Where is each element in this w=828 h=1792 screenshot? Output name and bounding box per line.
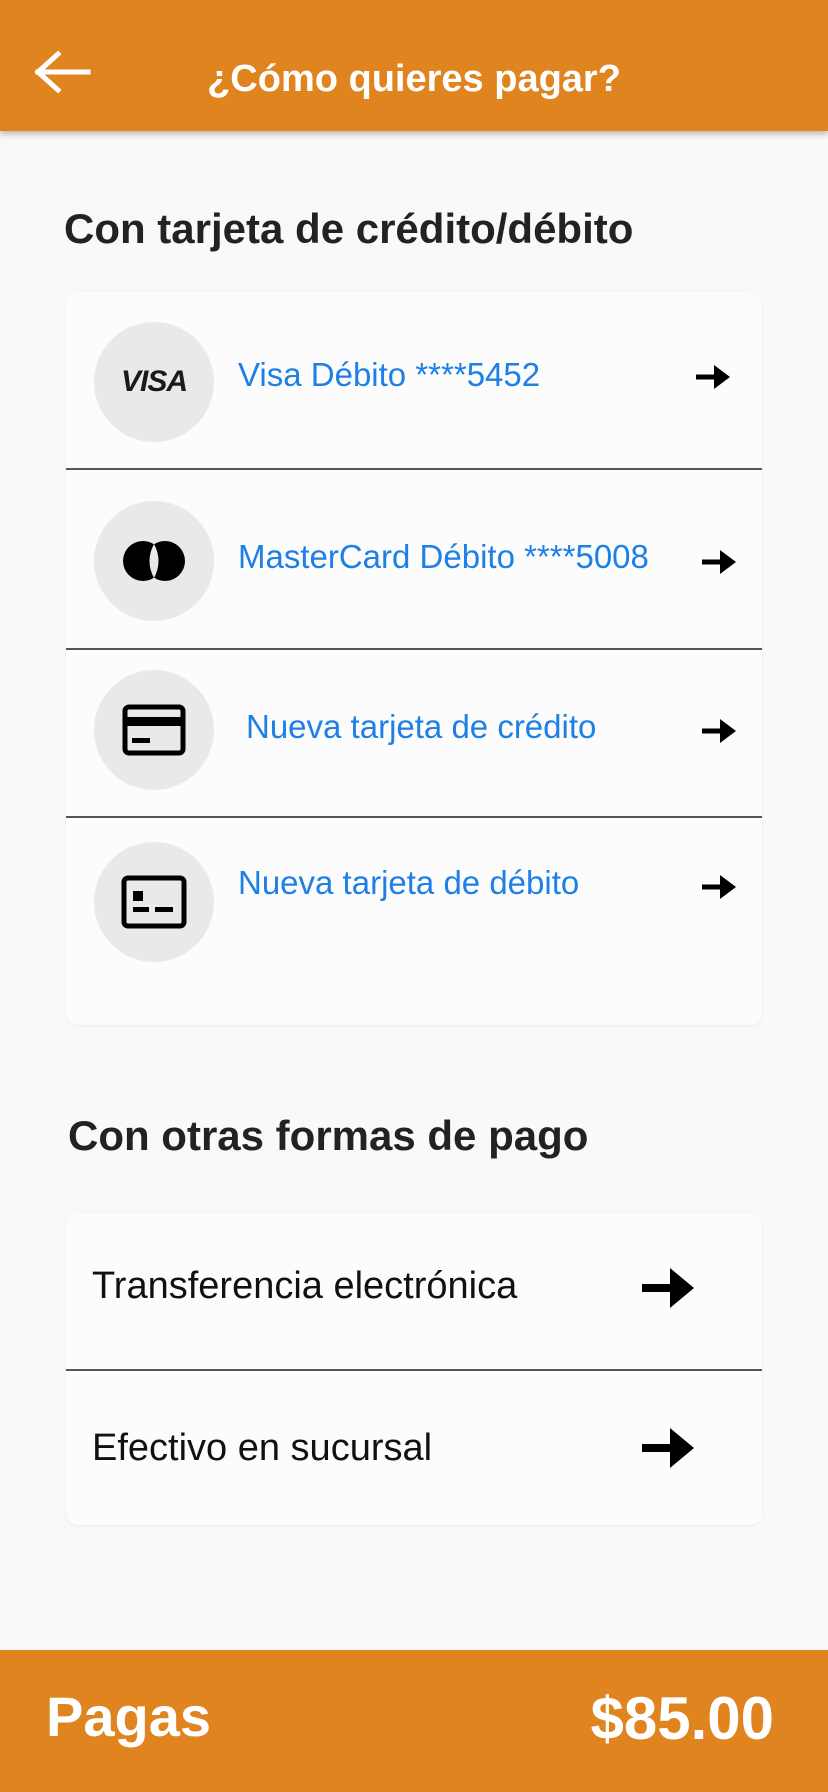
id-card-icon: [121, 875, 187, 929]
total-label: Pagas: [46, 1685, 211, 1748]
new-credit-card-label: Nueva tarjeta de crédito: [246, 708, 597, 745]
cards-list: VISA Visa Débito ****5452 MasterCard Déb…: [66, 292, 762, 1025]
arrow-right-icon: [702, 719, 736, 743]
arrow-left-icon: [34, 50, 91, 94]
id-card-icon-circle: [94, 842, 214, 962]
mastercard-card-label: MasterCard Débito ****5008: [238, 538, 649, 575]
visa-logo-text: VISA: [120, 365, 188, 398]
arrow-right-icon: [642, 1428, 694, 1468]
cash-at-branch-label: Efectivo en sucursal: [92, 1427, 433, 1469]
new-debit-card-option[interactable]: Nueva tarjeta de débito: [66, 818, 762, 1025]
arrow-right-icon: [702, 875, 736, 899]
mastercard-logo: [94, 501, 214, 621]
credit-card-icon: [122, 704, 186, 756]
arrow-right-icon: [696, 365, 730, 389]
cash-at-branch-option[interactable]: Efectivo en sucursal: [66, 1371, 762, 1525]
credit-card-icon-circle: [94, 670, 214, 790]
page-title: ¿Cómo quieres pagar?: [207, 57, 621, 100]
back-button[interactable]: [22, 34, 98, 110]
cards-section-title: Con tarjeta de crédito/débito: [64, 205, 634, 252]
visa-logo: VISA: [94, 322, 214, 442]
new-credit-card-option[interactable]: Nueva tarjeta de crédito: [66, 650, 762, 816]
arrow-right-icon: [642, 1268, 694, 1308]
other-methods-section-title: Con otras formas de pago: [68, 1112, 589, 1159]
saved-card-visa[interactable]: VISA Visa Débito ****5452: [66, 292, 762, 468]
new-debit-card-label: Nueva tarjeta de débito: [238, 864, 580, 901]
payment-total-bar: Pagas $85.00: [0, 1650, 828, 1792]
visa-card-label: Visa Débito ****5452: [238, 356, 541, 393]
saved-card-mastercard[interactable]: MasterCard Débito ****5008: [66, 470, 762, 648]
mastercard-circles-icon: [123, 541, 185, 581]
arrow-right-icon: [702, 550, 736, 574]
total-amount: $85.00: [590, 1685, 774, 1752]
app-bar: ¿Cómo quieres pagar?: [0, 0, 828, 131]
bank-transfer-label: Transferencia electrónica: [92, 1265, 518, 1307]
bank-transfer-option[interactable]: Transferencia electrónica: [66, 1213, 762, 1369]
other-methods-list: Transferencia electrónica Efectivo en su…: [66, 1213, 762, 1525]
